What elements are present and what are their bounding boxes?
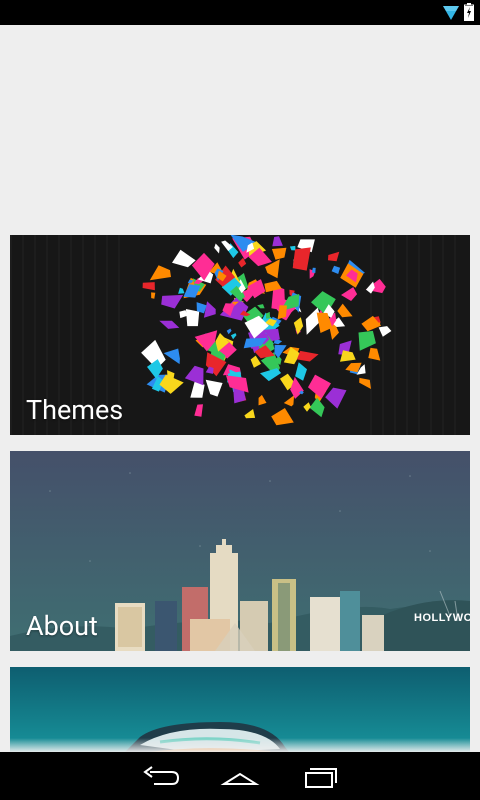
main-content[interactable]: Themes HOLLYWO About	[0, 25, 480, 752]
about-label: About	[26, 610, 98, 642]
navigation-bar	[0, 752, 480, 800]
confetti-piece	[185, 309, 200, 327]
about-card[interactable]: HOLLYWOOD About	[10, 451, 470, 651]
scroll-fade	[0, 738, 480, 752]
status-bar	[0, 0, 480, 25]
recents-icon[interactable]	[300, 762, 340, 792]
battery-charging-icon	[464, 3, 474, 21]
wifi-icon	[443, 6, 459, 20]
themes-label: Themes	[26, 394, 124, 426]
back-icon[interactable]	[140, 762, 180, 792]
hollywood-sign: HOLLYWOOD	[414, 612, 470, 624]
home-icon[interactable]	[220, 762, 260, 792]
themes-card[interactable]: Themes	[10, 235, 470, 435]
